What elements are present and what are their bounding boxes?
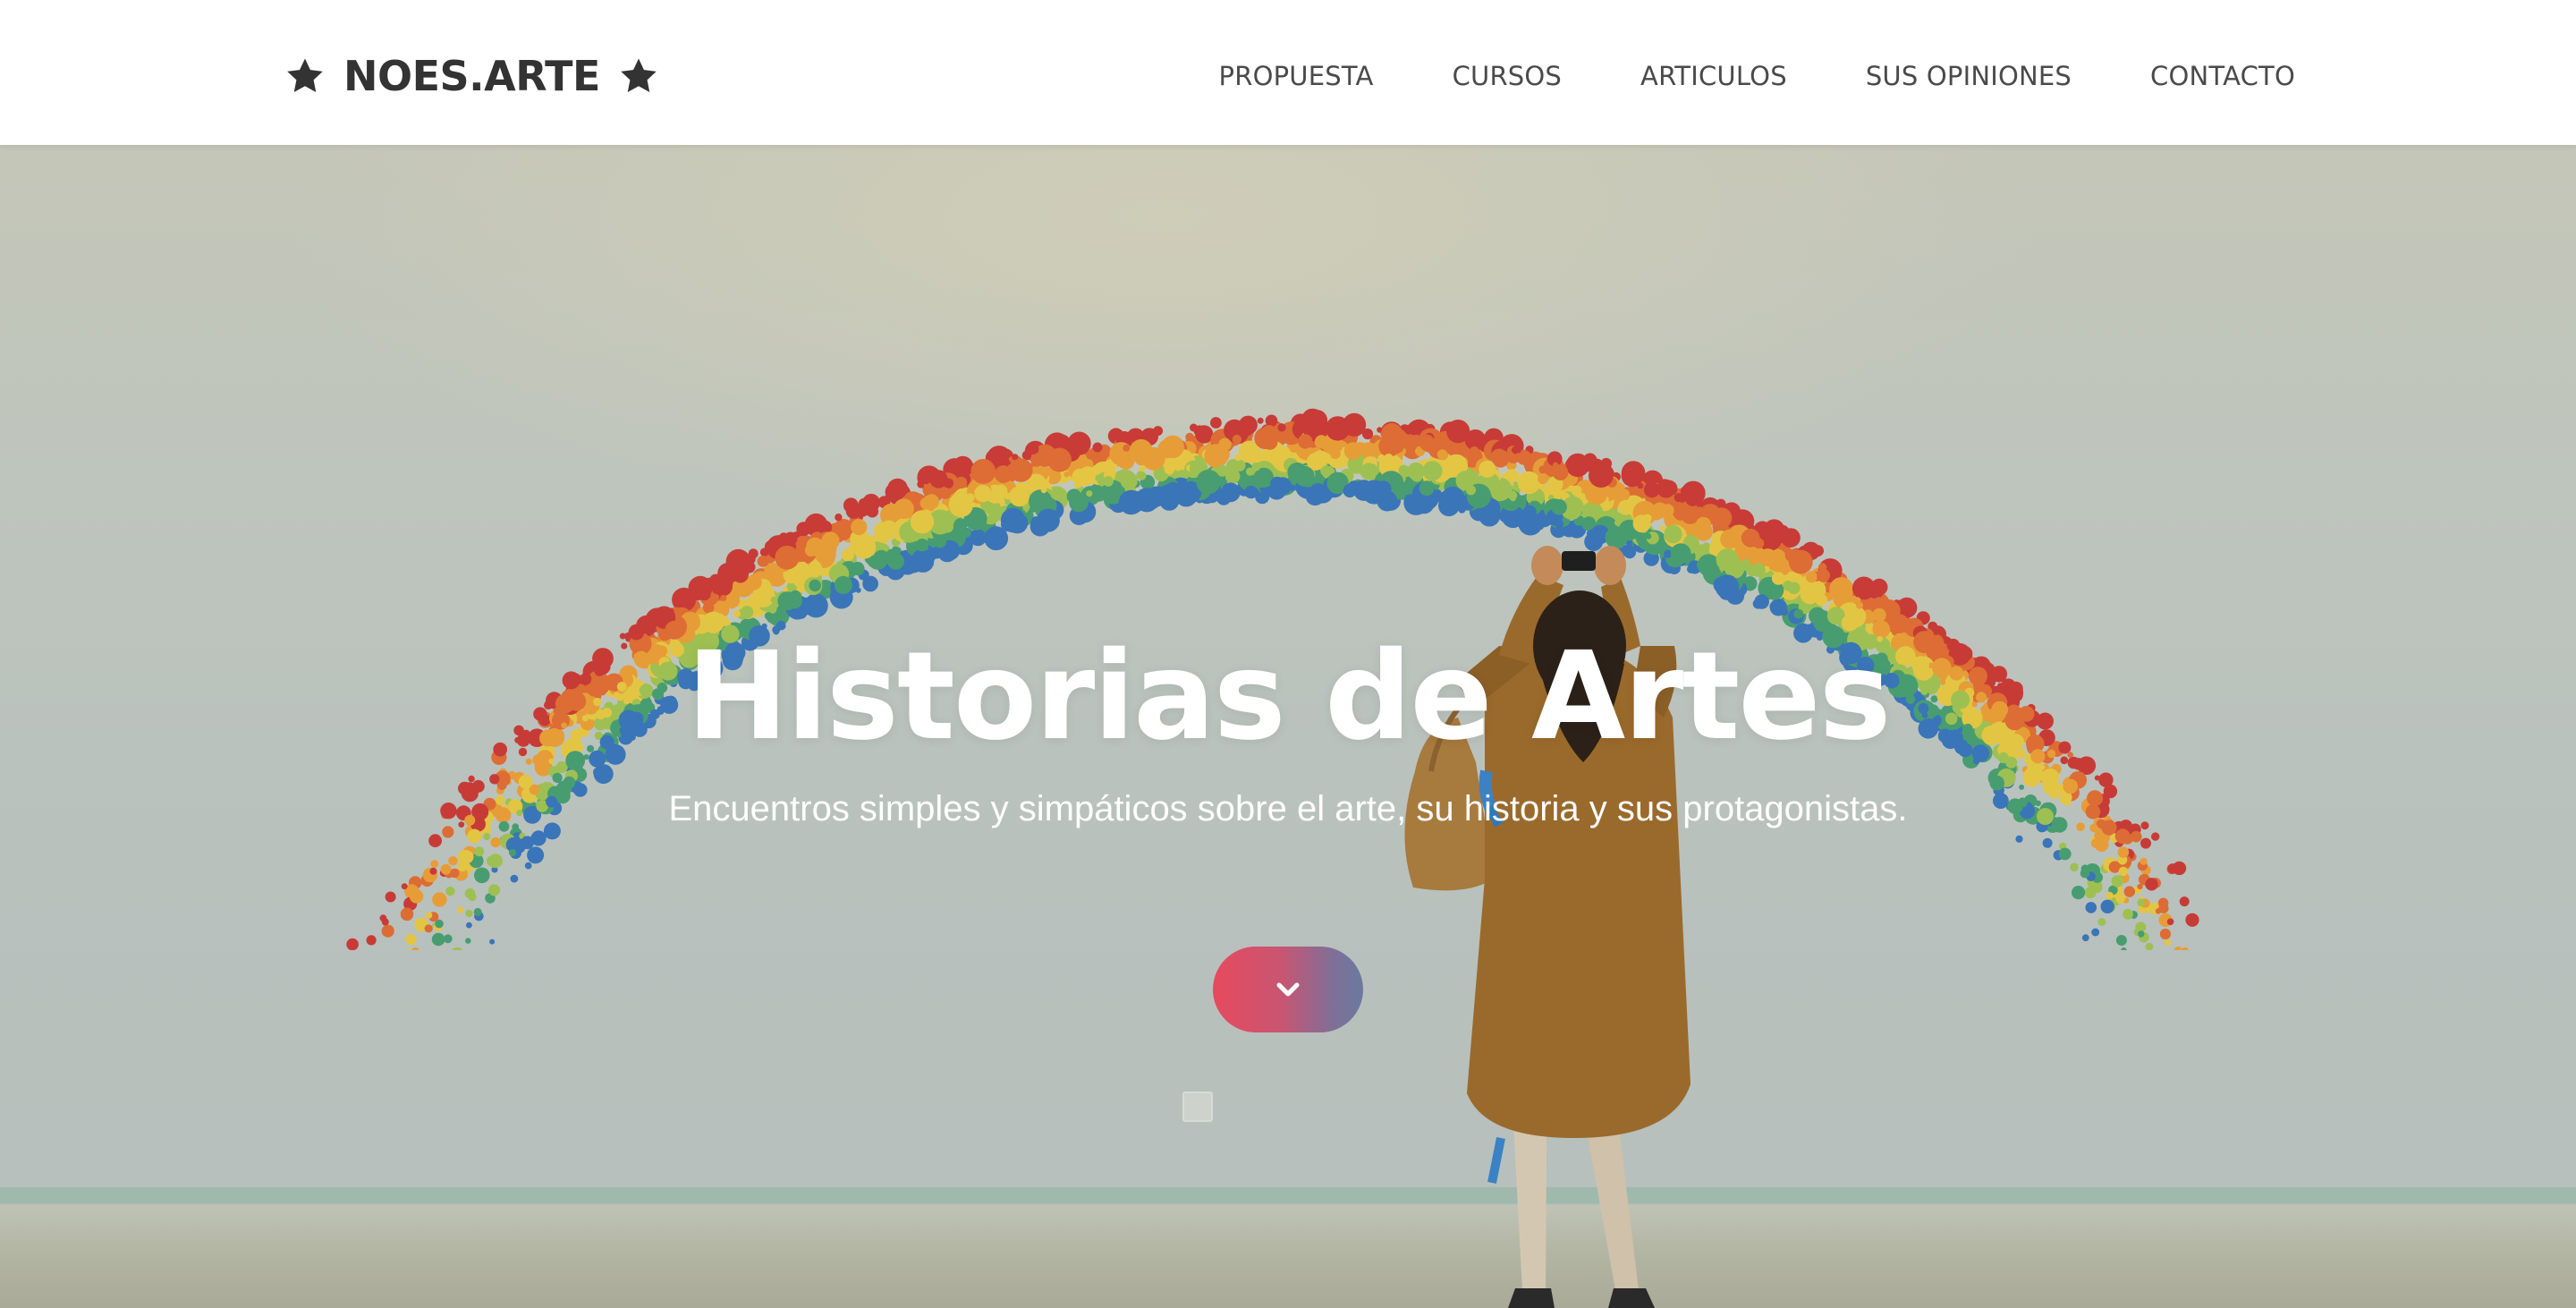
hero-title: Historias de Artes — [686, 626, 1891, 768]
brand-logo[interactable]: NOES.ARTE — [284, 47, 659, 106]
scroll-down-button[interactable] — [1213, 947, 1363, 1032]
nav-link-articulos[interactable]: ARTICULOS — [1640, 61, 1787, 91]
site-header: NOES.ARTE PROPUESTA CURSOS ARTICULOS SUS… — [0, 0, 2576, 145]
brand-name: NOES.ARTE — [343, 52, 600, 100]
hero-subtitle: Encuentros simples y simpáticos sobre el… — [668, 789, 1908, 828]
nav-link-contacto[interactable]: CONTACTO — [2150, 61, 2295, 91]
main-nav: PROPUESTA CURSOS ARTICULOS SUS OPINIONES… — [1219, 0, 2295, 152]
nav-link-sus-opiniones[interactable]: SUS OPINIONES — [1866, 61, 2072, 91]
nav-link-cursos[interactable]: CURSOS — [1453, 61, 1562, 91]
hero-section: Historias de Artes Encuentros simples y … — [0, 145, 2576, 1308]
star-icon — [621, 58, 657, 93]
nav-link-propuesta[interactable]: PROPUESTA — [1219, 61, 1374, 91]
chevron-down-icon — [1276, 982, 1300, 997]
star-icon — [287, 58, 323, 93]
